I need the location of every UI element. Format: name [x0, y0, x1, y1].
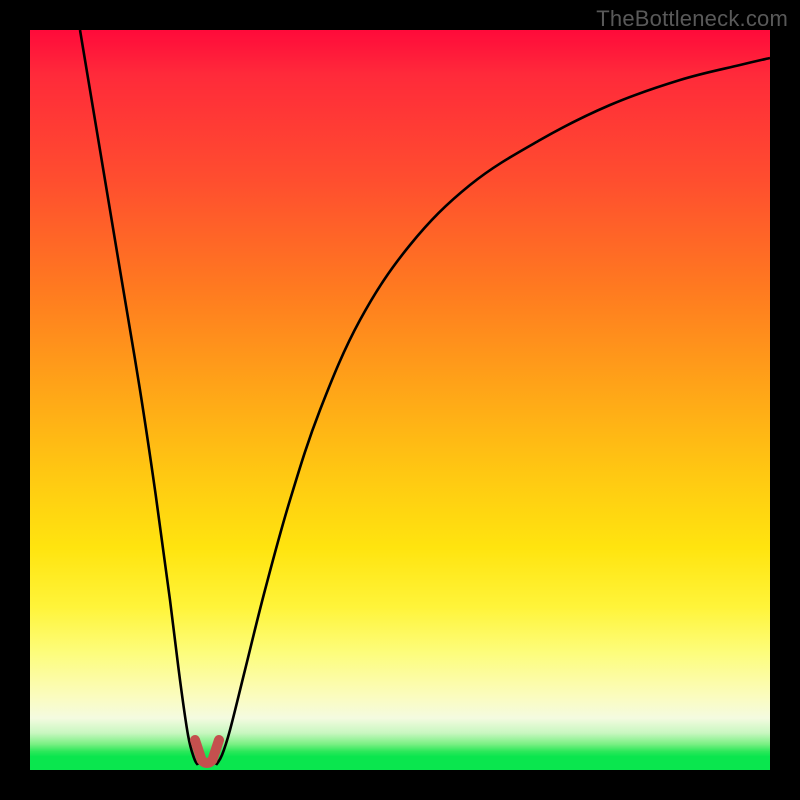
watermark-text: TheBottleneck.com [596, 6, 788, 32]
dip-marker-path [195, 740, 219, 763]
chart-svg [30, 30, 770, 770]
left-branch-path [80, 30, 198, 765]
curve-group [80, 30, 770, 765]
right-branch-path [216, 58, 770, 765]
